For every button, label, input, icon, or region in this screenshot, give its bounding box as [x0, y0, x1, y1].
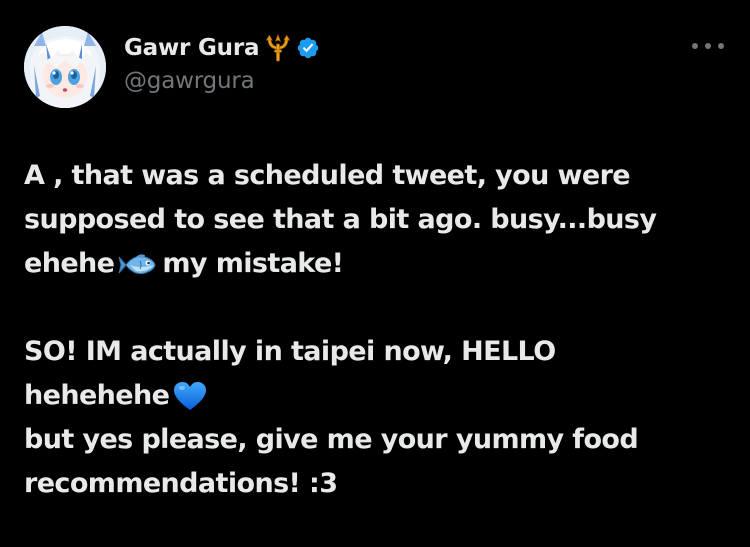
- tweet-text: A , that was a scheduled tweet, you were…: [24, 154, 724, 506]
- tweet-header: Gawr Gura @gawrgura: [124, 30, 320, 94]
- tweet-line: but yes please, give me your yummy food: [24, 424, 639, 455]
- trident-icon: [264, 34, 292, 62]
- verified-badge-icon[interactable]: [296, 36, 320, 60]
- tweet-line: recommendations! :3: [24, 468, 338, 499]
- author-handle[interactable]: @gawrgura: [124, 68, 320, 94]
- avatar[interactable]: [24, 26, 106, 108]
- tweet-text-segment: ehehe: [24, 248, 115, 279]
- tweet-line: supposed to see that a bit ago. busy...b…: [24, 204, 657, 235]
- author-display-name[interactable]: Gawr Gura: [124, 35, 260, 61]
- tweet-line: A , that was a scheduled tweet, you were: [24, 160, 631, 191]
- more-options-icon[interactable]: [692, 36, 724, 56]
- tweet-text-segment: my mistake!: [162, 248, 344, 279]
- tweet-text-segment: hehehehe: [24, 380, 170, 411]
- tweet-line: ehehe my mistake!: [24, 242, 724, 286]
- avatar-image: [24, 26, 106, 108]
- tweet-line: SO! IM actually in taipei now, HELLO: [24, 336, 556, 367]
- fish-icon: [118, 249, 158, 293]
- dot: [718, 43, 724, 49]
- dot: [692, 43, 698, 49]
- author-name-row: Gawr Gura: [124, 30, 320, 66]
- dot: [705, 43, 711, 49]
- tweet-line: hehehehe: [24, 374, 724, 418]
